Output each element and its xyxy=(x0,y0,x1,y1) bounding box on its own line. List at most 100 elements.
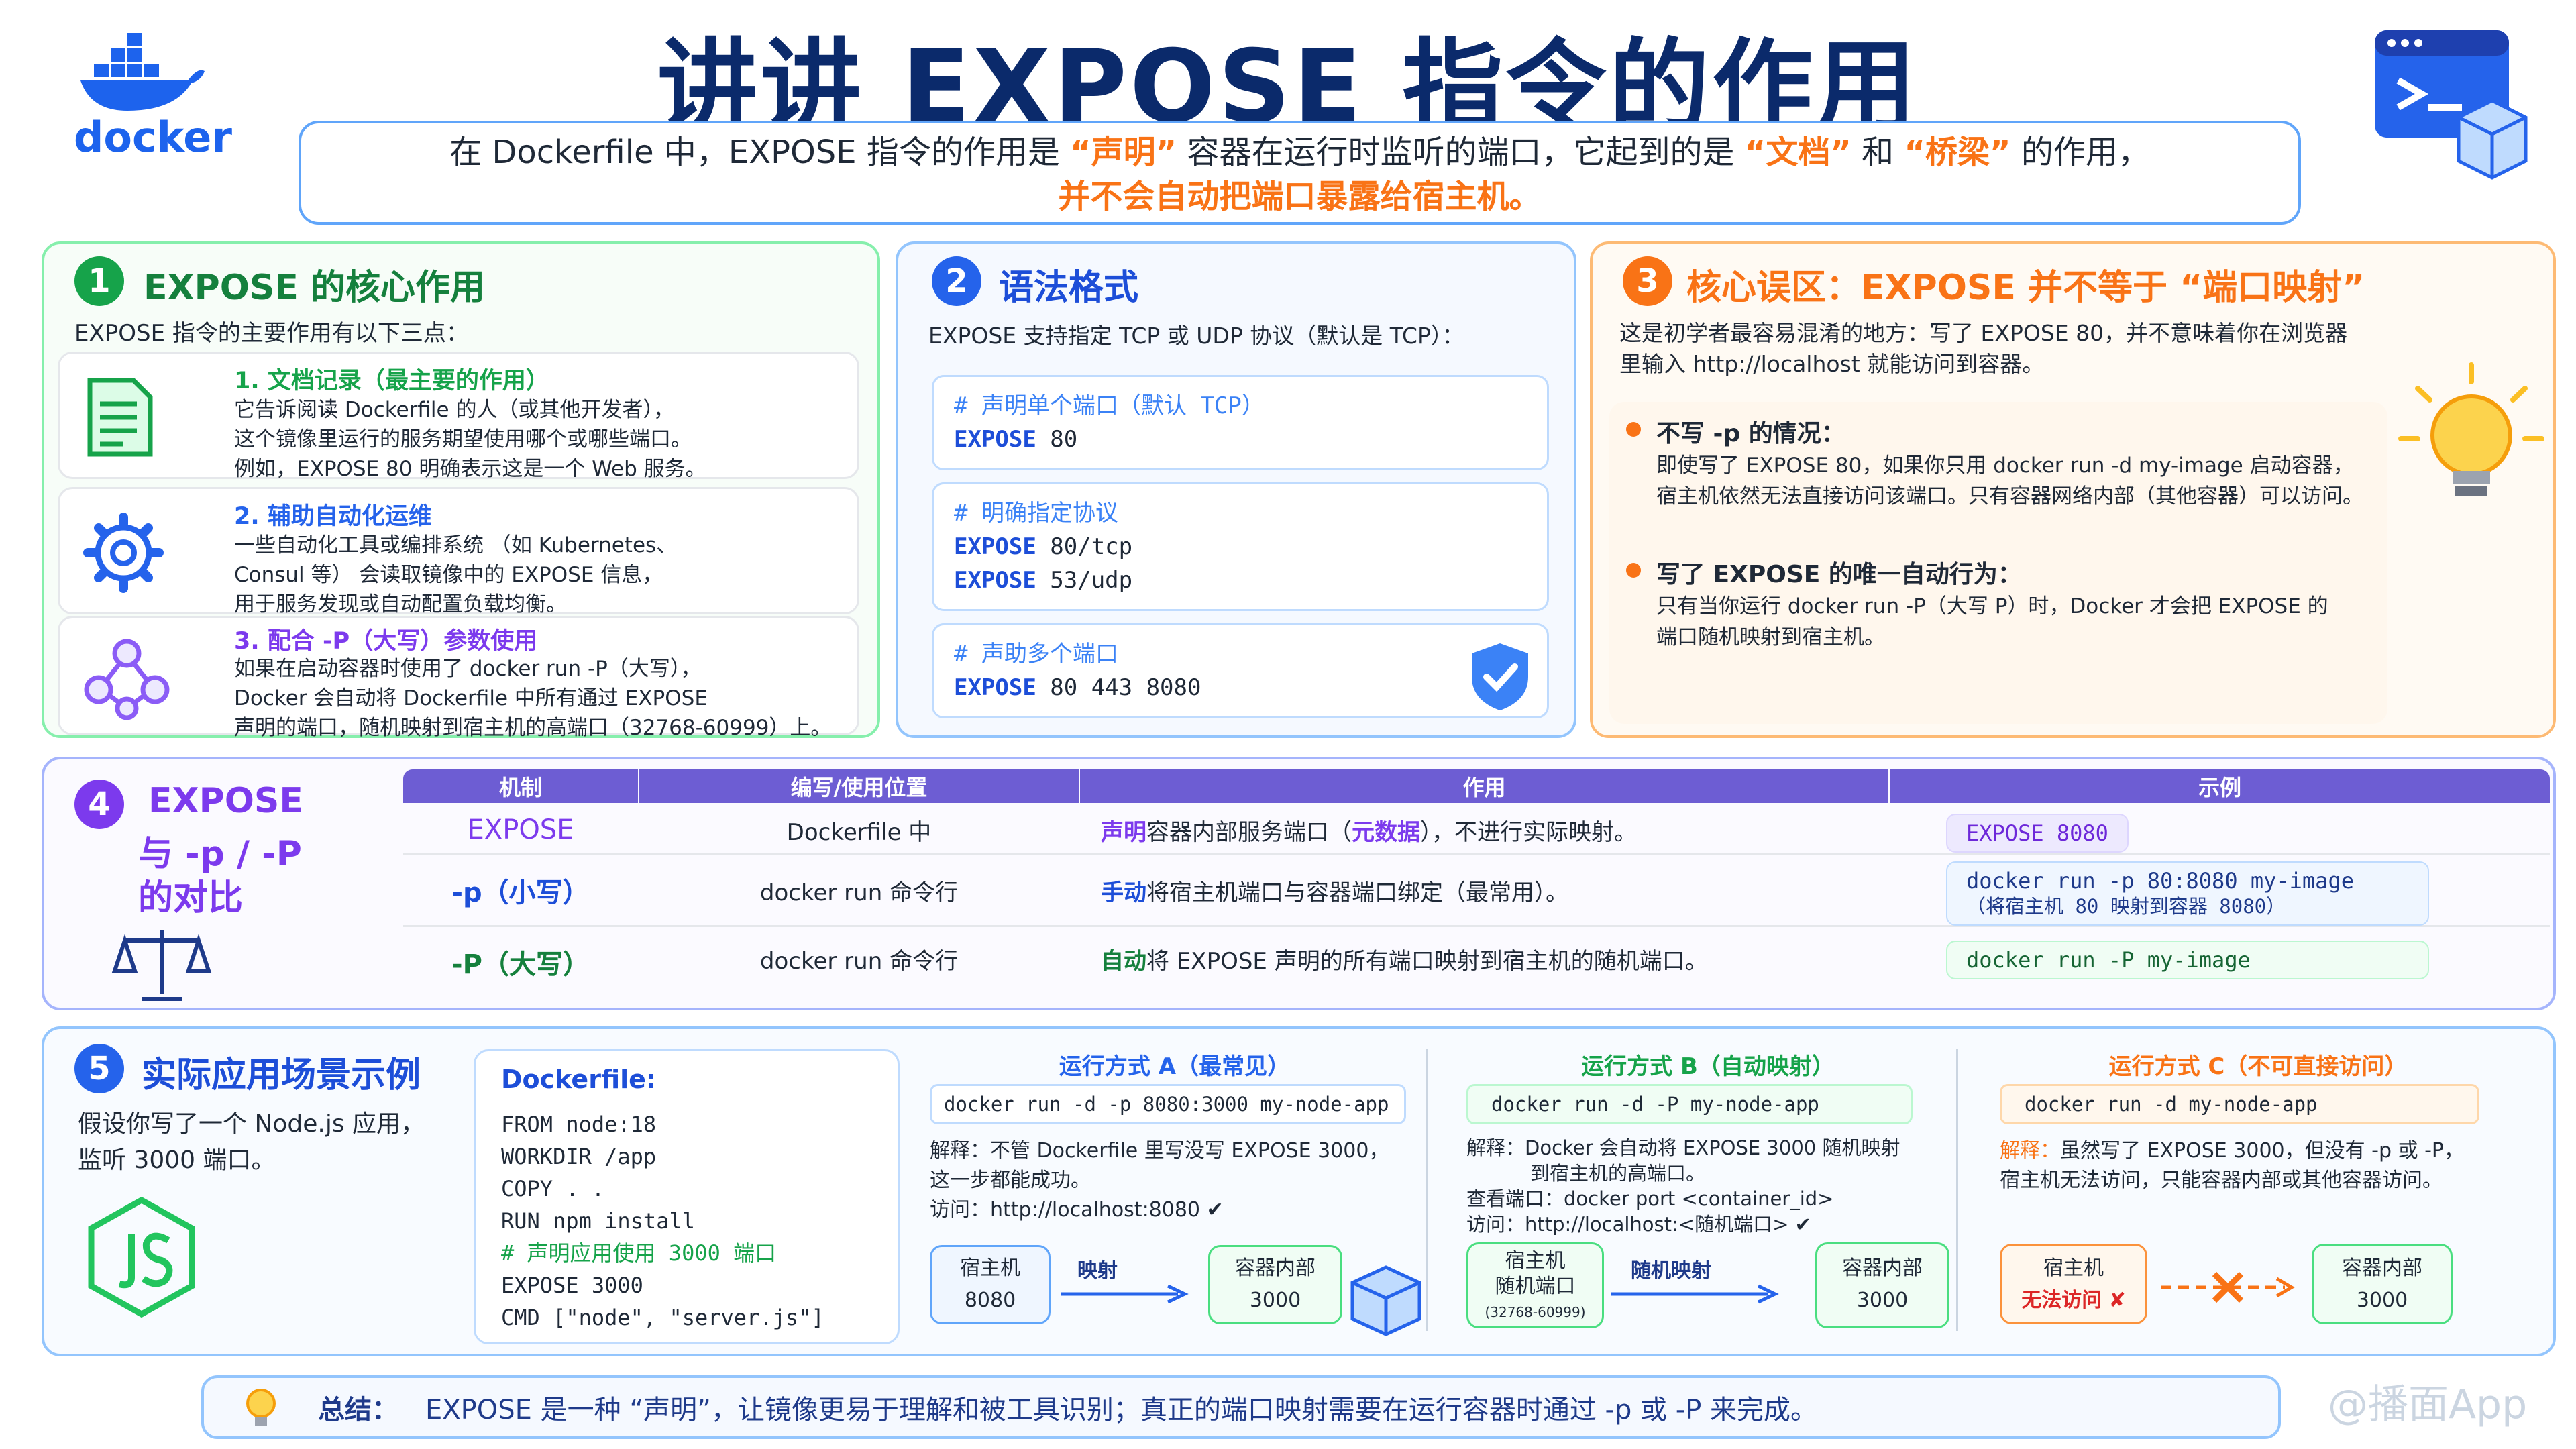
bullet-line: 端口随机映射到宿主机。 xyxy=(1656,625,1885,649)
host-label: 宿主机 xyxy=(2043,1256,2104,1280)
dockerfile-panel: Dockerfile: FROM node:18 WORKDIR /app CO… xyxy=(474,1049,900,1344)
effect-highlight: 手动 xyxy=(1101,879,1146,906)
table-cell-location: docker run 命令行 xyxy=(759,947,959,975)
section-2-title: 语法格式 xyxy=(999,268,1139,308)
code-line: EXPOSE 80/tcp xyxy=(954,530,1527,564)
dockerfile-comment: # 声明应用使用 3000 端口 xyxy=(501,1240,777,1266)
table-cell-effect: 声明 容器内部服务端口（ 元数据 ），不进行实际映射。 xyxy=(1101,806,1637,853)
run-c-note-text: 虽然写了 EXPOSE 3000，但没有 -p 或 -P， xyxy=(2060,1139,2465,1163)
run-c-title: 运行方式 C（不可直接访问） xyxy=(2108,1053,2408,1080)
container-box: 容器内部 3000 xyxy=(2312,1244,2453,1324)
network-icon xyxy=(84,639,170,720)
dockerfile-line: COPY . . xyxy=(501,1176,605,1201)
run-c-note-label: 解释： xyxy=(2000,1139,2060,1163)
run-a-note: 这一步都能成功。 xyxy=(930,1169,1091,1192)
section-2-badge: 2 xyxy=(932,256,981,306)
core-item-line: 用于服务发现或自动配置负载均衡。 xyxy=(234,592,567,616)
document-icon xyxy=(87,378,153,457)
example-code: EXPOSE 8080 xyxy=(1946,814,2129,853)
example-code-line: docker run -p 80:8080 my-image xyxy=(1966,868,2354,894)
blocked-arrow-icon xyxy=(2161,1271,2295,1303)
bullet-icon xyxy=(1626,422,1641,437)
bullet-title: 写了 EXPOSE 的唯一自动行为： xyxy=(1656,561,2022,588)
section-1-subtitle: EXPOSE 指令的主要作用有以下三点： xyxy=(74,320,469,347)
intro-text-b: “声明” xyxy=(1070,133,1177,171)
effect-text: 将宿主机端口与容器端口绑定（最常用）。 xyxy=(1146,879,1568,906)
table-header: 示例 xyxy=(1890,769,2550,803)
code-value: 80/tcp xyxy=(1036,533,1133,560)
bullet-line: 即使写了 EXPOSE 80，如果你只用 docker run -d my-im… xyxy=(1656,453,2354,478)
dockerfile-title: Dockerfile: xyxy=(501,1065,657,1094)
effect-text: 将 EXPOSE 声明的所有端口映射到宿主机的随机端口。 xyxy=(1146,947,1708,975)
dockerfile-line: EXPOSE 3000 xyxy=(501,1273,643,1298)
section-misconception: 3 核心误区：EXPOSE 并不等于 “端口映射” 这是初学者最容易混淆的地方：… xyxy=(1590,241,2556,738)
intro-box: 在 Dockerfile 中，EXPOSE 指令的作用是 “声明” 容器在运行时… xyxy=(299,121,2301,225)
table-header: 作用 xyxy=(1080,769,1888,803)
container-label: 容器内部 xyxy=(2342,1256,2422,1280)
core-item-line: 它告诉阅读 Dockerfile 的人（或其他开发者）， xyxy=(234,398,674,422)
code-keyword: EXPOSE xyxy=(954,567,1036,594)
core-item-line: Docker 会自动将 Dockerfile 中所有通过 EXPOSE xyxy=(234,686,708,710)
dockerfile-line: RUN npm install xyxy=(501,1208,695,1234)
section-4-badge: 4 xyxy=(74,780,124,829)
core-item-title: 3. 配合 -P（大写）参数使用 xyxy=(234,628,538,655)
dockerfile-line: CMD ["node", "server.js"] xyxy=(501,1305,824,1330)
core-item-line: 一些自动化工具或编排系统 （如 Kubernetes、 xyxy=(234,533,678,557)
section-3-title: 核心误区：EXPOSE 并不等于 “端口映射” xyxy=(1686,268,2365,308)
table-cell-mechanism: -P（大写） xyxy=(451,949,590,980)
section-3-paragraph: 这是初学者最容易混淆的地方：写了 EXPOSE 80，并不意味着你在浏览器 xyxy=(1619,320,2348,346)
code-keyword: EXPOSE xyxy=(954,426,1036,453)
example-code: docker run -P my-image xyxy=(1946,941,2429,979)
container-box: 容器内部 3000 xyxy=(1815,1242,1949,1328)
row-divider xyxy=(403,853,2550,855)
run-b-panel: 运行方式 B（自动映射） docker run -d -P my-node-ap… xyxy=(1446,1029,1970,1351)
table-cell-location: docker run 命令行 xyxy=(759,879,959,906)
container-box: 容器内部 3000 xyxy=(1208,1245,1342,1324)
code-keyword: EXPOSE xyxy=(954,533,1036,560)
example-code: docker run -p 80:8080 my-image （将宿主机 80 … xyxy=(1946,861,2429,926)
code-comment: # 声助多个端口 xyxy=(954,641,1118,667)
summary-bar: 总结： EXPOSE 是一种 “声明”，让镜像更易于理解和被工具识别；真正的端口… xyxy=(201,1375,2281,1439)
section-core-role: 1 EXPOSE 的核心作用 EXPOSE 指令的主要作用有以下三点： 1. 文… xyxy=(42,241,880,740)
intro-line-1: 在 Dockerfile 中，EXPOSE 指令的作用是 “声明” 容器在运行时… xyxy=(301,130,2298,174)
scenario-description: 监听 3000 端口。 xyxy=(78,1146,276,1174)
core-item-line: 例如，EXPOSE 80 明确表示这是一个 Web 服务。 xyxy=(234,457,706,481)
code-comment: # 声明单个端口（默认 TCP） xyxy=(954,392,1265,419)
arrow-right-icon xyxy=(1061,1284,1189,1304)
intro-text-e: 和 xyxy=(1862,133,1894,171)
host-random-port: 随机端口 xyxy=(1495,1275,1576,1298)
table-cell-location: Dockerfile 中 xyxy=(786,818,932,846)
run-b-note: 解释：Docker 会自动将 EXPOSE 3000 随机映射 xyxy=(1466,1136,1900,1159)
arrow-right-icon xyxy=(1611,1284,1779,1304)
section-5-badge: 5 xyxy=(74,1044,124,1093)
run-a-note: 解释：不管 Dockerfile 里写没写 EXPOSE 3000， xyxy=(930,1139,1389,1163)
host-unreachable: 无法访问 ✘ xyxy=(2021,1289,2126,1312)
table-cell-mechanism: -p（小写） xyxy=(451,877,590,908)
host-label: 宿主机 xyxy=(1505,1249,1566,1273)
host-box: 宿主机 随机端口 (32768-60999) xyxy=(1466,1242,1604,1328)
container-label: 容器内部 xyxy=(1842,1256,1923,1280)
intro-text-d: “文档” xyxy=(1744,133,1851,171)
section-5-title: 实际应用场景示例 xyxy=(142,1055,421,1095)
table-header: 编写/使用位置 xyxy=(639,769,1079,803)
host-box: 宿主机 无法访问 ✘ xyxy=(2000,1244,2147,1324)
section-4-title-line: 的对比 xyxy=(138,878,244,918)
section-1-badge: 1 xyxy=(74,256,124,306)
bullet-line: 宿主机依然无法直接访问该端口。只有容器网络内部（其他容器）可以访问。 xyxy=(1656,484,2363,508)
lightbulb-icon xyxy=(2398,362,2544,496)
section-syntax: 2 语法格式 EXPOSE 支持指定 TCP 或 UDP 协议（默认是 TCP）… xyxy=(896,241,1576,738)
intro-text-g: 的作用， xyxy=(2021,133,2150,171)
scale-icon xyxy=(111,930,212,1001)
container-port: 3000 xyxy=(2356,1289,2408,1312)
bullet-title: 不写 -p 的情况： xyxy=(1656,420,1845,447)
run-a-command: docker run -d -p 8080:3000 my-node-app xyxy=(930,1084,1406,1124)
example-code-note: （将宿主机 80 映射到容器 8080） xyxy=(1966,895,2286,918)
core-item-line: 声明的端口，随机映射到宿主机的高端口（32768-60999）上。 xyxy=(234,716,832,740)
lightbulb-icon xyxy=(246,1389,276,1426)
gear-icon xyxy=(83,513,164,593)
container-label: 容器内部 xyxy=(1235,1256,1316,1280)
run-c-note: 宿主机无法访问，只能容器内部或其他容器访问。 xyxy=(2000,1169,2443,1192)
intro-text-f: “桥梁” xyxy=(1904,133,2011,171)
code-protocol: # 明确指定协议 EXPOSE 80/tcp EXPOSE 53/udp xyxy=(932,482,1549,611)
table-cell-effect: 手动 将宿主机端口与容器端口绑定（最常用）。 xyxy=(1101,857,1568,924)
